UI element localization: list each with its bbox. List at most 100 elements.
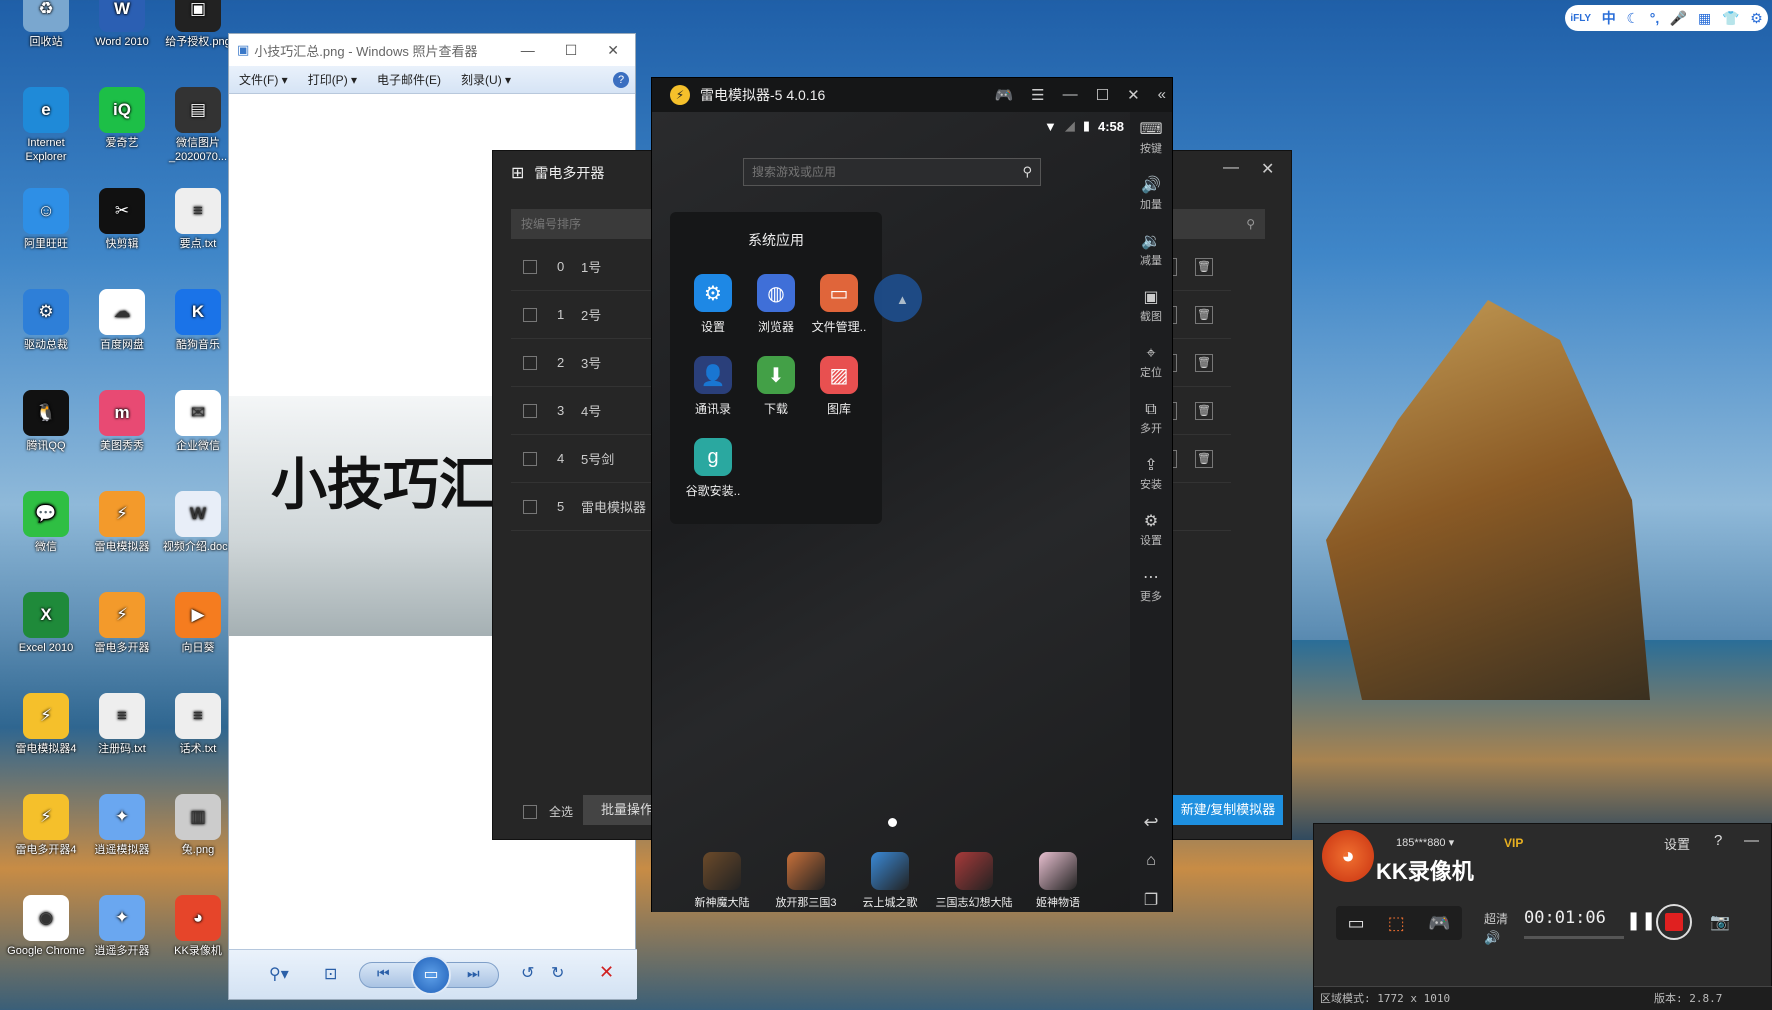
desktop-icon[interactable]: 💬 微信 [6,491,86,554]
previous-icon[interactable]: ⏮ [377,965,390,982]
app-icon-button[interactable]: ⬇ 下载 [745,356,807,417]
kk-user[interactable]: 185***880 ▾ [1396,836,1454,849]
toolbar-button[interactable]: ⋯ 更多 [1130,568,1172,604]
desktop-icon[interactable]: ◕ KK录像机 [158,895,238,958]
desktop-icon[interactable]: ◉ Google Chrome [6,895,86,958]
desktop-icon[interactable]: ♻ 回收站 [6,0,86,49]
fullscreen-mode-icon[interactable]: ▭ [1348,913,1365,934]
fit-icon[interactable]: ⊡ [324,964,337,984]
quality-label[interactable]: 超清 [1484,910,1508,927]
menu-print[interactable]: 打印(P) ▾ [308,71,357,88]
search-input[interactable] [752,165,1023,179]
search-icon[interactable]: ⚲ [1022,164,1032,180]
menu-email[interactable]: 电子邮件(E) [377,71,441,88]
dock-game-button[interactable]: 云上城之歌 [850,852,930,910]
desktop-icon[interactable]: ≡ 话术.txt [158,693,238,756]
dock-game-button[interactable]: 放开那三国3 [766,852,846,910]
stop-record-button[interactable] [1656,904,1692,940]
desktop-icon[interactable]: ▤ 微信图片_2020070... [158,87,238,164]
desktop-icon[interactable]: W 视频介绍.docx [158,491,238,554]
desktop-icon[interactable]: ⚡ 雷电多开器4 [6,794,86,857]
toolbar-button[interactable]: ⇪ 安装 [1130,456,1172,492]
close-icon[interactable]: ✕ [1261,159,1274,179]
toolbar-button[interactable]: ⧉ 多开 [1130,400,1172,436]
desktop-icon[interactable]: ☺ 阿里旺旺 [6,188,86,251]
recent-apps-icon[interactable]: ❐ [1130,890,1172,910]
row-checkbox[interactable] [523,355,537,370]
help-icon[interactable]: ? [613,71,629,88]
ifly-tool-icon[interactable]: 中 [1602,8,1616,28]
ifly-tool-icon[interactable]: 👕 [1722,10,1739,27]
desktop-icon[interactable]: ▣ 给予授权.png [158,0,238,49]
app-icon-button[interactable]: 👤 通讯录 [682,356,744,417]
vip-badge[interactable]: VIP [1504,836,1523,850]
toolbar-button[interactable]: ▣ 截图 [1130,288,1172,324]
zoom-icon[interactable]: ⚲▾ [269,964,289,984]
row-delete-icon[interactable]: 🗑 [1195,257,1213,276]
volume-slider[interactable] [1524,936,1624,939]
toolbar-button[interactable]: 🔊 加量 [1130,176,1172,212]
menu-icon[interactable]: ☰ [1031,86,1044,104]
ifly-tool-icon[interactable]: °, [1650,10,1660,26]
desktop-icon[interactable]: ☁ 百度网盘 [82,289,162,352]
minimize-icon[interactable]: — [1744,832,1759,849]
maximize-icon[interactable]: ☐ [1096,86,1109,104]
dock-game-button[interactable]: 三国志幻想大陆 [934,852,1014,910]
toolbar-button[interactable]: ⌖ 定位 [1130,344,1172,380]
desktop-icon[interactable]: ✂ 快剪辑 [82,188,162,251]
row-checkbox[interactable] [523,307,537,322]
minimize-icon[interactable]: — [1063,86,1078,104]
ifly-tool-icon[interactable]: ⚙ [1750,10,1763,27]
row-delete-icon[interactable]: 🗑 [1195,449,1213,468]
region-mode-icon[interactable]: ⬚ [1388,913,1405,934]
search-icon[interactable]: ⚲ [1165,209,1265,239]
desktop-icon[interactable]: iQ 爱奇艺 [82,87,162,150]
desktop-icon[interactable]: X Excel 2010 [6,592,86,655]
collapse-sidebar-icon[interactable]: « [1158,86,1166,104]
help-icon[interactable]: ? [1714,832,1722,849]
ifly-tool-icon[interactable]: ☾ [1626,10,1639,27]
volume-icon[interactable]: 🔊 [1484,930,1500,946]
kk-settings-link[interactable]: 设置 [1664,834,1690,853]
row-checkbox[interactable] [523,259,537,274]
home-icon[interactable]: ⌂ [1130,852,1172,870]
back-icon[interactable]: ↩ [1130,812,1172,833]
maximize-icon[interactable]: ☐ [565,42,578,59]
menu-file[interactable]: 文件(F) ▾ [239,71,288,88]
next-icon[interactable]: ⏭ [467,965,480,982]
desktop-icon[interactable]: K 酷狗音乐 [158,289,238,352]
desktop-icon[interactable]: ⚡ 雷电模拟器 [82,491,162,554]
app-icon-button[interactable]: ▭ 文件管理.. [808,274,870,335]
slideshow-button[interactable]: ▭ [411,955,451,995]
desktop-icon[interactable]: ✦ 逍遥模拟器 [82,794,162,857]
row-delete-icon[interactable]: 🗑 [1195,353,1213,372]
desktop-icon[interactable]: ≡ 要点.txt [158,188,238,251]
rotate-left-icon[interactable]: ↺ [521,963,534,983]
app-icon-button[interactable]: ⚙ 设置 [682,274,744,335]
toolbar-button[interactable]: ⚙ 设置 [1130,512,1172,548]
minimize-icon[interactable]: — [1223,159,1239,179]
desktop-icon[interactable]: e Internet Explorer [6,87,86,164]
desktop-icon[interactable]: ▶ 向日葵 [158,592,238,655]
ifly-input-bar[interactable]: iFLY 中 ☾ °, 🎤 ▦ 👕 ⚙ [1565,5,1768,31]
dock-game-button[interactable]: 新神魔大陆 [682,852,762,910]
app-icon-button[interactable]: g 谷歌安装.. [682,438,744,499]
pause-icon[interactable]: ❚❚ [1626,910,1656,931]
desktop-icon[interactable]: ⚙ 驱动总裁 [6,289,86,352]
delete-icon[interactable]: ✕ [599,962,614,983]
game-mode-icon[interactable]: 🎮 [1428,913,1450,934]
row-delete-icon[interactable]: 🗑 [1195,401,1213,420]
desktop-icon[interactable]: ⚡ 雷电模拟器4 [6,693,86,756]
screenshot-icon[interactable]: 📷 [1710,912,1730,932]
desktop-icon[interactable]: ✉ 企业微信 [158,390,238,453]
close-icon[interactable]: ✕ [1127,86,1140,104]
close-icon[interactable]: ✕ [607,42,619,59]
toolbar-button[interactable]: 🔉 减量 [1130,232,1172,268]
row-checkbox[interactable] [523,403,537,418]
desktop-icon[interactable]: ✦ 逍遥多开器 [82,895,162,958]
desktop-icon[interactable]: m 美图秀秀 [82,390,162,453]
gamepad-icon[interactable]: 🎮 [994,86,1013,104]
row-checkbox[interactable] [523,499,537,514]
ifly-logo-icon[interactable]: iFLY [1570,13,1591,24]
dock-game-button[interactable]: 姬神物语 [1018,852,1098,910]
